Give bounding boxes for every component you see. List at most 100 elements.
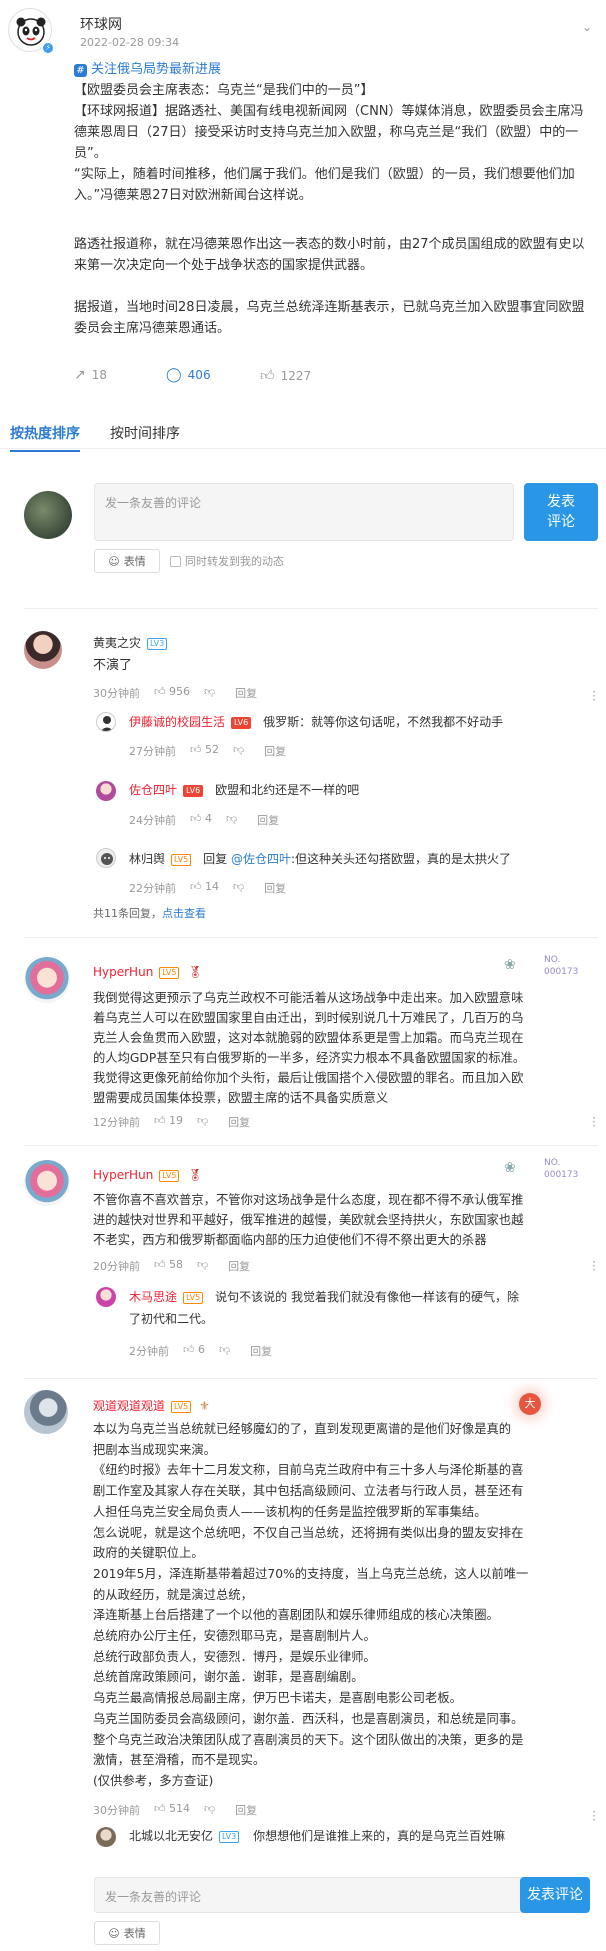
author-name[interactable]: 环球网	[80, 14, 122, 34]
view-more-link[interactable]: 点击查看	[162, 905, 206, 921]
avatar[interactable]	[96, 848, 116, 868]
reply-button[interactable]: 回复	[257, 812, 279, 828]
reply-meta: 24分钟前 👍︎ 4 👎︎ 回复	[129, 812, 280, 828]
comment-meta: 30分钟前 👍︎ 956 👎︎ 回复	[93, 685, 258, 701]
reply-meta: 27分钟前 👍︎ 52 👎︎ 回复	[129, 743, 287, 759]
reply-button[interactable]: 回复	[264, 880, 286, 896]
like-button[interactable]: 👍︎ 1227	[260, 367, 311, 384]
reply-button[interactable]: 回复	[235, 1802, 257, 1818]
reply-button[interactable]: 回复	[264, 743, 286, 759]
person-icon	[100, 716, 114, 731]
like-button[interactable]: 👍︎ 14	[190, 880, 219, 896]
comment-button[interactable]: ◯ 406	[166, 367, 211, 383]
repost-checkbox[interactable]: 同时转发到我的动态	[170, 553, 284, 569]
fan-badge: ❀ NO. 000173	[504, 955, 579, 977]
like-button[interactable]: 👍︎ 514	[154, 1802, 190, 1818]
reply-button[interactable]: 回复	[250, 1343, 272, 1359]
repost-button[interactable]: ↗ 18	[74, 367, 107, 383]
topic-label: 关注俄乌局势最新进展	[91, 62, 222, 77]
avatar[interactable]	[24, 631, 62, 669]
post-paragraph: 【欧盟委员会主席表态：乌克兰“是我们中的一员”】	[74, 83, 374, 98]
tab-hot[interactable]: 按热度排序	[10, 423, 80, 452]
chevron-down-icon[interactable]: ⌄	[582, 20, 592, 34]
reply-button[interactable]: 回复	[228, 1114, 250, 1130]
fan-badge: ❀ NO. 000173	[504, 1158, 579, 1180]
topic-link[interactable]: # 关注俄乌局势最新进展	[74, 58, 221, 77]
divider	[24, 1378, 598, 1379]
post-paragraph: “实际上，随着时间推移，他们属于我们。他们是我们（欧盟）的一员，我们想要他们加入…	[74, 167, 575, 203]
reply-line: 伊藤诚的校园生活 LV6 俄罗斯：就等你这句话呢，不然我都不好动手	[129, 715, 504, 729]
avatar[interactable]	[96, 781, 116, 801]
level-badge: LV3	[147, 637, 168, 650]
checkbox-icon	[170, 555, 181, 567]
more-options-icon[interactable]: · · ·	[592, 686, 596, 706]
avatar[interactable]	[24, 1390, 68, 1434]
more-replies: 共11条回复， 点击查看	[93, 905, 206, 921]
comment-author[interactable]: 观道观道观道 LV5 ⚜︎	[93, 1397, 210, 1414]
more-options-icon[interactable]: · · ·	[592, 1256, 596, 1276]
level-badge: LV5	[171, 1400, 192, 1413]
post-paragraph: 路透社报道称，就在冯德莱恩作出这一表态的数小时前，由27个成员国组成的欧盟有史以…	[74, 237, 585, 273]
comment-meta: 20分钟前 👍︎ 58 👎︎ 回复	[93, 1258, 251, 1274]
comment-author[interactable]: HyperHun LV5 🏅︎	[93, 965, 203, 979]
medal-icon: ⚜︎	[199, 1399, 210, 1413]
dislike-icon[interactable]: 👎︎	[204, 1802, 215, 1818]
comment-input[interactable]: 发一条友善的评论	[94, 1877, 524, 1913]
comment-sort-tabs: 按热度排序 按时间排序	[0, 415, 606, 452]
reply-button[interactable]: 回复	[235, 685, 257, 701]
dislike-icon[interactable]: 👎︎	[197, 1114, 208, 1130]
reply-line: 林归舆 LV5 回复 @佐仓四叶:但这种关头还勾搭欧盟，真的是太拱火了	[129, 852, 512, 866]
thumbs-up-icon: 👍︎	[260, 368, 275, 384]
current-user-avatar	[24, 491, 72, 539]
level-badge: LV5	[159, 966, 180, 979]
post-actions: ↗ 18 ◯ 406 👍︎ 1227	[74, 367, 594, 387]
dislike-icon[interactable]: 👎︎	[233, 743, 244, 759]
dislike-icon[interactable]: 👎︎	[219, 1343, 230, 1359]
reply-button[interactable]: 回复	[228, 1258, 250, 1274]
like-button[interactable]: 👍︎ 58	[154, 1258, 183, 1274]
smile-icon: ☺	[108, 554, 120, 568]
like-button[interactable]: 👍︎ 4	[190, 812, 212, 828]
more-options-icon[interactable]: · · ·	[592, 1112, 596, 1132]
dislike-icon[interactable]: 👎︎	[204, 685, 215, 701]
like-button[interactable]: 👍︎ 6	[183, 1343, 205, 1359]
more-options-icon[interactable]: · · ·	[592, 1806, 596, 1826]
reply-line: 了初代和二代。	[129, 1312, 214, 1326]
emoji-button[interactable]: ☺ 表情	[94, 549, 160, 573]
dislike-icon[interactable]: 👎︎	[233, 880, 244, 896]
medal-icon: 🏅︎	[187, 965, 203, 979]
character-icon: ❀	[504, 1160, 516, 1176]
comment-composer: 发一条友善的评论 发表评论 ☺ 表情 同时转发到我的动态	[24, 483, 598, 583]
emoji-button[interactable]: ☺ 表情	[94, 1921, 160, 1945]
divider	[24, 608, 598, 609]
submit-comment-button[interactable]: 发表评论	[520, 1877, 590, 1913]
reply-line: 北城以北无安亿 LV3 你想想他们是谁推上来的，真的是乌克兰百姓嘛	[129, 1829, 506, 1843]
avatar[interactable]	[96, 1827, 116, 1847]
dislike-icon[interactable]: 👎︎	[226, 812, 237, 828]
like-button[interactable]: 👍︎ 52	[190, 743, 219, 759]
avatar[interactable]	[96, 712, 116, 732]
tab-time[interactable]: 按时间排序	[110, 423, 180, 443]
divider	[24, 937, 598, 938]
comment-author[interactable]: HyperHun LV5 🏅︎	[93, 1168, 203, 1182]
avatar[interactable]	[24, 957, 70, 1003]
post-header: ⚡ 环球网 2022-02-28 09:34 ⌄	[8, 8, 598, 58]
dislike-icon[interactable]: 👎︎	[197, 1258, 208, 1274]
post-time: 2022-02-28 09:34	[80, 36, 180, 49]
comment-text: 不演了	[93, 658, 133, 673]
post-paragraph: 据报道，当地时间28日凌晨，乌克兰总统泽连斯基表示，已就乌克兰加入欧盟事宜同欧盟…	[74, 300, 585, 336]
reply-line: 木马思途 LV5 说句不该说的 我觉着我们就没有像他一样该有的硬气，除	[129, 1290, 519, 1304]
like-button[interactable]: 👍︎ 19	[154, 1114, 183, 1130]
smile-icon: ☺	[108, 1926, 120, 1940]
submit-comment-button[interactable]: 发表评论	[524, 483, 598, 541]
avatar[interactable]	[96, 1287, 116, 1307]
comment-input[interactable]: 发一条友善的评论	[94, 483, 514, 541]
share-icon: ↗	[74, 367, 86, 383]
level-badge: LV5	[159, 1169, 180, 1182]
like-button[interactable]: 👍︎ 956	[154, 685, 190, 701]
avatar[interactable]	[24, 1160, 70, 1206]
divider	[24, 1145, 598, 1146]
mention-link[interactable]: @佐仓四叶	[231, 852, 291, 866]
post-paragraph: 【环球网报道】据路透社、美国有线电视新闻网（CNN）等媒体消息，欧盟委员会主席冯…	[74, 104, 584, 161]
comment-author[interactable]: 黄夷之灾 LV3	[93, 634, 168, 651]
